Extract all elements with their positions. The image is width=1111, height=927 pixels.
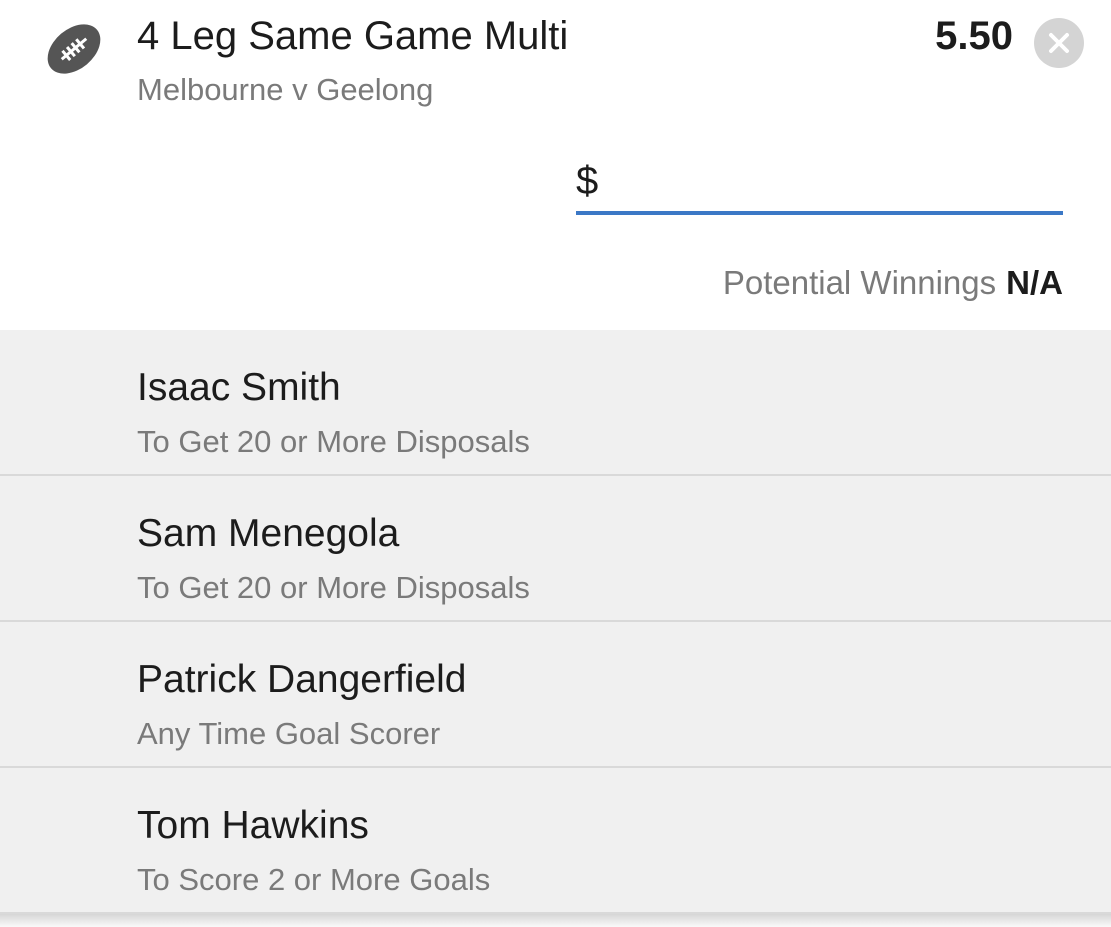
bet-header: 4 Leg Same Game Multi Melbourne v Geelon… xyxy=(0,0,1111,330)
potential-winnings-label: Potential Winnings xyxy=(722,264,997,301)
match-name: Melbourne v Geelong xyxy=(137,72,434,107)
list-bottom-shadow xyxy=(0,914,1111,927)
stake-input[interactable] xyxy=(612,159,1052,207)
leg-market: Any Time Goal Scorer xyxy=(137,716,441,751)
leg-market: To Get 20 or More Disposals xyxy=(137,570,530,605)
currency-symbol: $ xyxy=(576,159,599,203)
leg-player: Isaac Smith xyxy=(137,366,341,409)
leg-player: Patrick Dangerfield xyxy=(137,658,467,701)
football-icon xyxy=(42,18,106,80)
leg-item: Isaac Smith To Get 20 or More Disposals xyxy=(0,330,1111,476)
leg-market: To Score 2 or More Goals xyxy=(137,862,491,897)
leg-player: Tom Hawkins xyxy=(137,804,369,847)
bet-title: 4 Leg Same Game Multi xyxy=(137,14,569,58)
leg-item: Patrick Dangerfield Any Time Goal Scorer xyxy=(0,622,1111,768)
leg-market: To Get 20 or More Disposals xyxy=(137,424,530,459)
potential-winnings: Potential Winnings N/A xyxy=(723,264,1063,302)
leg-player: Sam Menegola xyxy=(137,512,400,555)
odds-value: 5.50 xyxy=(935,14,1013,58)
stake-field[interactable]: $ xyxy=(576,155,1063,215)
leg-item: Tom Hawkins To Score 2 or More Goals xyxy=(0,768,1111,914)
leg-item: Sam Menegola To Get 20 or More Disposals xyxy=(0,476,1111,622)
legs-list: Isaac Smith To Get 20 or More Disposals … xyxy=(0,330,1111,927)
potential-winnings-value: N/A xyxy=(1006,264,1063,301)
close-button[interactable] xyxy=(1034,18,1084,68)
